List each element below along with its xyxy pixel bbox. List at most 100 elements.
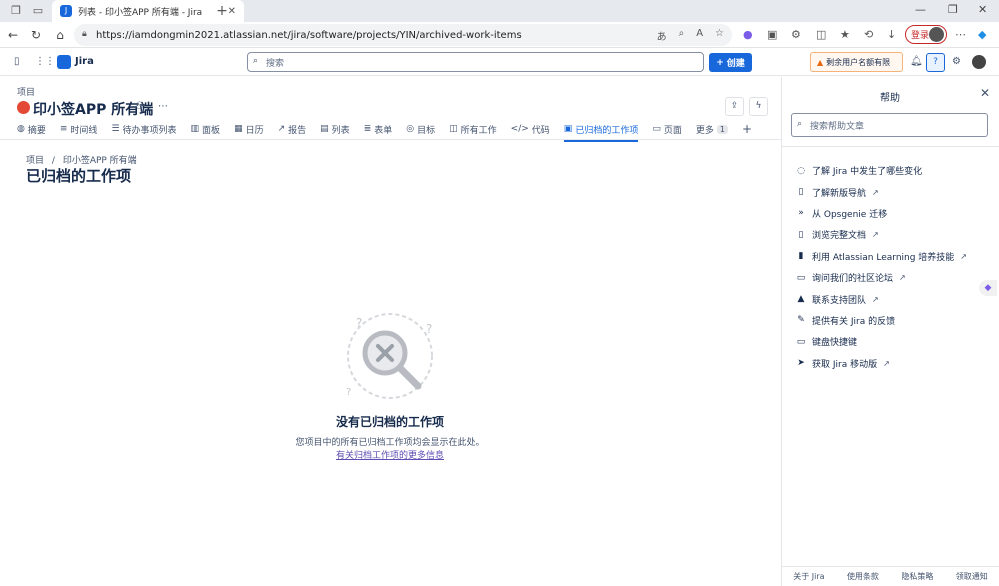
create-button[interactable]: + 创建 [709,53,752,72]
backlog-icon: ☰ [111,124,120,134]
history-icon[interactable]: ⟲ [864,28,873,41]
tab-label: 日历 [245,125,264,136]
tab-6[interactable]: ▤ 列表 [320,121,350,137]
code-icon: </> [510,124,529,134]
svg-text:?: ? [356,316,362,330]
help-footer: 关于 Jira 使用条款 隐私策略 领取通知 [782,566,999,586]
downloads-icon[interactable]: ↓ [887,28,896,41]
send-icon: ➤ [797,358,805,369]
tab-3[interactable]: ▥ 面板 [191,121,221,137]
extensions-icon[interactable]: ⚙ [791,28,801,41]
tab-5[interactable]: ↗ 报告 [278,121,307,137]
login-button[interactable]: 登录 [905,25,947,44]
help-link-item[interactable]: ➤ 获取 Jira 移动版 ↗ [796,353,996,374]
close-icon[interactable]: ✕ [980,86,990,100]
help-link-item[interactable]: ✎ 提供有关 Jira 的反馈 [796,310,996,331]
project-more-icon[interactable]: ⋯ [158,101,168,112]
app-switcher-icon[interactable]: ⋮⋮ [35,56,55,67]
tab-8[interactable]: ◎ 目标 [406,121,435,137]
jira-app-name[interactable]: Jira [75,56,94,67]
new-tab-icon[interactable]: + [215,4,229,18]
form-icon: ≣ [363,124,372,134]
favorite-star-icon[interactable]: ☆ [715,28,724,43]
tab-12[interactable]: ▭ 页面 [652,121,682,137]
calendar-icon: ▦ [234,124,243,134]
help-search-input[interactable]: ⌕ 搜索帮助文章 [791,113,988,137]
help-link-item[interactable]: ▯ 浏览完整文档 ↗ [796,224,996,245]
home-icon[interactable]: ⌂ [52,28,68,42]
help-link-label: 浏览完整文档 [812,231,867,242]
tab-9[interactable]: ◫ 所有工作 [449,121,497,137]
read-aloud-icon[interactable]: A [696,28,703,43]
jira-logo-icon[interactable] [57,55,71,69]
footer-link[interactable]: 关于 Jira [793,571,824,582]
external-link-icon: ↗ [899,273,906,283]
help-link-item[interactable]: ▭ 询问我们的社区论坛 ↗ [796,267,996,288]
tab-label: 时间线 [70,125,98,136]
tab-0[interactable]: ◍ 摘要 [17,121,46,137]
tab-11[interactable]: ▣ 已归档的工作项 [563,121,638,142]
help-link-item[interactable]: ▮ 利用 Atlassian Learning 培养技能 ↗ [796,246,996,267]
empty-search-illustration-icon: ? ? ? [346,313,433,399]
tab-4[interactable]: ▦ 日历 [234,121,264,137]
empty-state-title: 没有已归档的工作项 [335,415,444,429]
warning-label: 剩余用户名额有限 [826,57,891,67]
settings-icon[interactable]: ⚙ [952,56,961,67]
tab-7[interactable]: ≣ 表单 [364,121,393,137]
refresh-icon[interactable]: ↻ [28,28,44,42]
help-link-item[interactable]: ◌ 了解 Jira 中发生了哪些变化 [796,160,996,181]
url-field[interactable]: 🔒︎ https://iamdongmin2021.atlassian.net/… [74,24,732,46]
tab-2[interactable]: ☰ 待办事项列表 [111,121,176,137]
automation-button[interactable]: ϟ [749,97,768,116]
tab-actions-icon[interactable]: ▭ [31,4,45,18]
share-button[interactable]: ⇪ [725,97,744,116]
learn-more-link[interactable]: 有关归档工作项的更多信息 [300,448,480,461]
footer-link[interactable]: 领取通知 [956,571,988,582]
add-tab-icon[interactable]: + [742,121,752,137]
tab-divider [0,139,781,140]
back-icon[interactable]: ← [5,28,21,42]
translate-icon[interactable]: あ [657,28,667,43]
help-link-item[interactable]: » 从 Opsgenie 迁移 [796,203,996,224]
close-window-icon[interactable]: ✕ [978,3,987,16]
comment-icon: ▭ [796,272,806,283]
search-icon: ⌕ [797,119,803,129]
login-label: 登录 [911,31,930,41]
screenshot-icon[interactable]: ▣ [767,28,777,41]
warning-icon: ▲ [797,294,805,305]
footer-link[interactable]: 使用条款 [847,571,879,582]
more-menu-icon[interactable]: ⋯ [955,28,966,41]
lock-icon[interactable]: 🔒︎ [82,29,87,39]
help-link-item[interactable]: ▭ 键盘快捷键 [796,331,996,352]
copilot-sidebar-icon[interactable]: ◆ [979,280,997,296]
help-divider [782,146,999,147]
help-link-item[interactable]: ▯ 了解新版导航 ↗ [796,181,996,202]
search-input[interactable]: ⌕ 搜索 [247,52,704,72]
user-avatar[interactable] [972,55,986,69]
minimize-icon[interactable]: — [915,3,926,16]
tab-label: 摘要 [27,125,46,136]
tab-10[interactable]: </> 代码 [511,121,550,137]
help-search-placeholder: 搜索帮助文章 [810,121,865,132]
notifications-icon[interactable]: 🔔︎ [910,56,923,67]
tab-more[interactable]: 更多 1 [696,121,728,137]
help-link-item[interactable]: ▲ 联系支持团队 ↗ [796,288,996,309]
split-screen-icon[interactable]: ◫ [816,28,826,41]
sidebar-toggle-icon[interactable]: ▯ [14,56,20,67]
copilot-icon[interactable]: ◆ [978,28,986,41]
footer-link[interactable]: 隐私策略 [901,571,933,582]
team-icon[interactable]: ⚇ [135,101,144,112]
tab-1[interactable]: ≡ 时间线 [60,121,98,137]
user-limit-warning-button[interactable]: ▲ 剩余用户名额有限 [810,52,903,72]
workspaces-icon[interactable]: ❐ [9,4,23,18]
maximize-icon[interactable]: ❐ [948,3,958,16]
create-label: 创建 [726,59,745,69]
empty-state-description: 您项目中的所有已归档工作项均会显示在此处。 [295,438,485,448]
space-label: 项目 [17,88,36,98]
copilot-extension-icon[interactable]: ● [743,28,753,41]
svg-text:?: ? [346,387,351,398]
favorites-icon[interactable]: ★ [840,28,850,41]
zoom-icon[interactable]: ⌕ [679,28,685,43]
help-button[interactable]: ? [926,53,945,72]
all-work-icon: ◫ [449,124,458,134]
